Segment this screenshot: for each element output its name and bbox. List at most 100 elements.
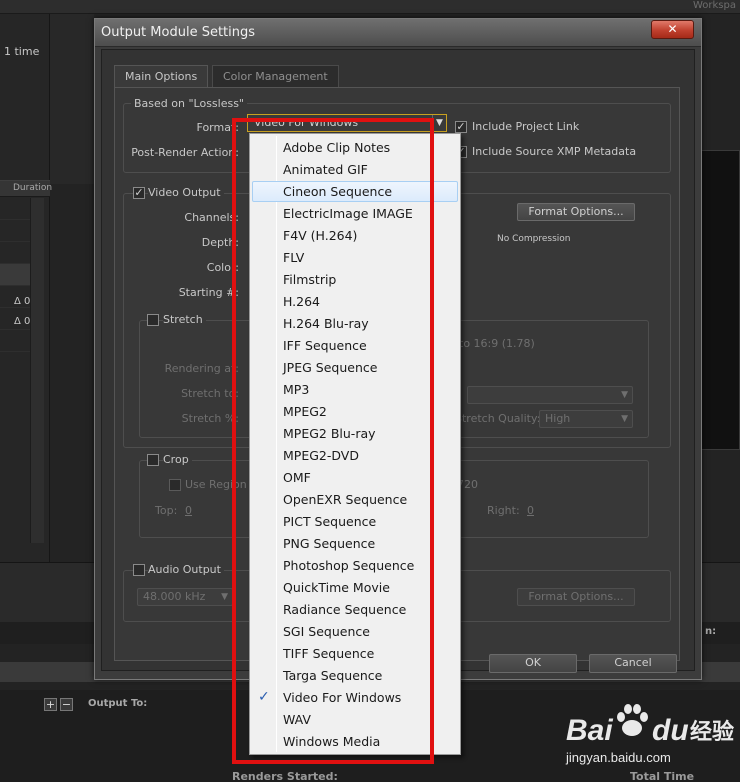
dropdown-option[interactable]: ElectricImage IMAGE: [252, 203, 458, 224]
dropdown-option[interactable]: H.264: [252, 291, 458, 312]
chevron-down-icon: ▼: [432, 115, 446, 131]
close-button[interactable]: ✕: [651, 20, 694, 39]
dropdown-option-label: H.264 Blu-ray: [283, 316, 369, 331]
dropdown-option[interactable]: Targa Sequence: [252, 665, 458, 686]
delta-value: Δ 0: [14, 296, 31, 307]
vertical-scrollbar[interactable]: [30, 198, 44, 543]
stretch-quality-label: Stretch Quality:: [455, 412, 541, 425]
stretch-to-label: Stretch to:: [181, 387, 239, 400]
dropdown-option[interactable]: Radiance Sequence: [252, 599, 458, 620]
dropdown-option[interactable]: Photoshop Sequence: [252, 555, 458, 576]
audio-format-options-button[interactable]: Format Options...: [517, 588, 635, 606]
dropdown-option[interactable]: IFF Sequence: [252, 335, 458, 356]
cancel-button[interactable]: Cancel: [589, 654, 677, 673]
dropdown-option-label: JPEG Sequence: [283, 360, 378, 375]
add-output-button[interactable]: +: [44, 698, 57, 711]
watermark-bai: Bai: [566, 714, 613, 747]
dropdown-option[interactable]: Adobe Clip Notes: [252, 137, 458, 158]
stretch-checkbox[interactable]: [147, 314, 159, 326]
dropdown-option[interactable]: WAV: [252, 709, 458, 730]
dropdown-option[interactable]: JPEG Sequence: [252, 357, 458, 378]
dropdown-option[interactable]: F4V (H.264): [252, 225, 458, 246]
format-label: Format:: [196, 121, 239, 134]
table-row[interactable]: [0, 330, 32, 352]
renders-started-label: Renders Started:: [232, 770, 338, 782]
tab-main-options[interactable]: Main Options: [114, 65, 209, 87]
baidu-paw-icon: [617, 704, 648, 736]
dropdown-option[interactable]: PNG Sequence: [252, 533, 458, 554]
stretch-percent-label: Stretch %:: [181, 412, 239, 425]
crop-checkbox[interactable]: [147, 454, 159, 466]
compression-text: No Compression: [497, 234, 571, 244]
include-project-link-label: Include Project Link: [472, 120, 580, 133]
render-queue-label: n:: [705, 626, 717, 637]
dropdown-option-label: Animated GIF: [283, 162, 368, 177]
duration-column-header[interactable]: Duration: [13, 183, 52, 193]
dropdown-option[interactable]: MPEG2: [252, 401, 458, 422]
table-row[interactable]: [0, 198, 32, 220]
dropdown-option-label: Targa Sequence: [283, 668, 383, 683]
table-row[interactable]: [0, 220, 32, 242]
close-icon: ✕: [667, 22, 678, 36]
video-format-options-button[interactable]: Format Options...: [517, 203, 635, 221]
dropdown-option-label: PICT Sequence: [283, 514, 377, 529]
dropdown-option[interactable]: Windows Media: [252, 731, 458, 752]
dropdown-option[interactable]: PICT Sequence: [252, 511, 458, 532]
dropdown-option[interactable]: QuickTime Movie: [252, 577, 458, 598]
project-rows: [0, 198, 32, 352]
app-top-bar: [0, 0, 740, 14]
dropdown-option[interactable]: TIFF Sequence: [252, 643, 458, 664]
dropdown-option[interactable]: Filmstrip: [252, 269, 458, 290]
dropdown-option[interactable]: Animated GIF: [252, 159, 458, 180]
dropdown-option[interactable]: OpenEXR Sequence: [252, 489, 458, 510]
dropdown-option-label: MP3: [283, 382, 310, 397]
dialog-title-bar[interactable]: Output Module Settings ✕: [95, 19, 701, 47]
crop-top-value[interactable]: 0: [185, 504, 192, 517]
audio-output-label: Audio Output: [148, 563, 224, 576]
time-label: 1 time: [4, 45, 40, 58]
dropdown-option[interactable]: MPEG2-DVD: [252, 445, 458, 466]
post-render-action-label: Post-Render Action:: [131, 146, 239, 159]
dropdown-option-label: IFF Sequence: [283, 338, 367, 353]
dropdown-option[interactable]: SGI Sequence: [252, 621, 458, 642]
dropdown-option-label: ElectricImage IMAGE: [283, 206, 413, 221]
dropdown-option[interactable]: ✓ Video For Windows: [252, 687, 458, 708]
dropdown-option[interactable]: MP3: [252, 379, 458, 400]
dropdown-option-label: QuickTime Movie: [283, 580, 390, 595]
dropdown-option-label: MPEG2: [283, 404, 327, 419]
dropdown-option-label: Filmstrip: [283, 272, 337, 287]
ok-button[interactable]: OK: [489, 654, 577, 673]
stretch-label: Stretch: [163, 313, 206, 326]
dropdown-option-label: Radiance Sequence: [283, 602, 407, 617]
dropdown-option-label: Cineon Sequence: [283, 184, 393, 199]
stretch-to-select[interactable]: ▼: [467, 386, 633, 404]
include-project-link-checkbox[interactable]: ✓: [455, 121, 467, 133]
video-output-checkbox[interactable]: ✓: [133, 187, 145, 199]
crop-right-label: Right:: [487, 504, 520, 517]
dropdown-option[interactable]: H.264 Blu-ray: [252, 313, 458, 334]
dropdown-option-label: Photoshop Sequence: [283, 558, 415, 573]
table-row[interactable]: [0, 264, 32, 286]
remove-output-button[interactable]: −: [60, 698, 73, 711]
dropdown-option-label: OpenEXR Sequence: [283, 492, 408, 507]
crop-right-value[interactable]: 0: [527, 504, 534, 517]
starting-number-label: Starting #:: [178, 286, 239, 299]
watermark-jingyan: 经验: [690, 720, 735, 745]
stretch-ratio-text: to 16:9 (1.78): [459, 337, 535, 350]
stretch-quality-select[interactable]: High ▼: [539, 410, 633, 428]
audio-output-checkbox[interactable]: [133, 564, 145, 576]
format-select[interactable]: Video For Windows ▼: [247, 114, 447, 132]
dropdown-option[interactable]: MPEG2 Blu-ray: [252, 423, 458, 444]
dropdown-option[interactable]: OMF: [252, 467, 458, 488]
dropdown-option-label: MPEG2 Blu-ray: [283, 426, 376, 441]
crop-label: Crop: [163, 453, 192, 466]
tab-color-management[interactable]: Color Management: [212, 65, 339, 87]
use-region-checkbox[interactable]: [169, 479, 181, 491]
workspace-label[interactable]: Workspa: [693, 0, 736, 11]
dropdown-option-label: WAV: [283, 712, 311, 727]
dropdown-option[interactable]: Cineon Sequence: [252, 181, 458, 202]
dropdown-option[interactable]: FLV: [252, 247, 458, 268]
format-dropdown-list: Adobe Clip Notes Animated GIF Cineon Seque…: [249, 133, 461, 755]
sample-rate-select[interactable]: 48.000 kHz ▼: [137, 588, 233, 606]
table-row[interactable]: [0, 242, 32, 264]
